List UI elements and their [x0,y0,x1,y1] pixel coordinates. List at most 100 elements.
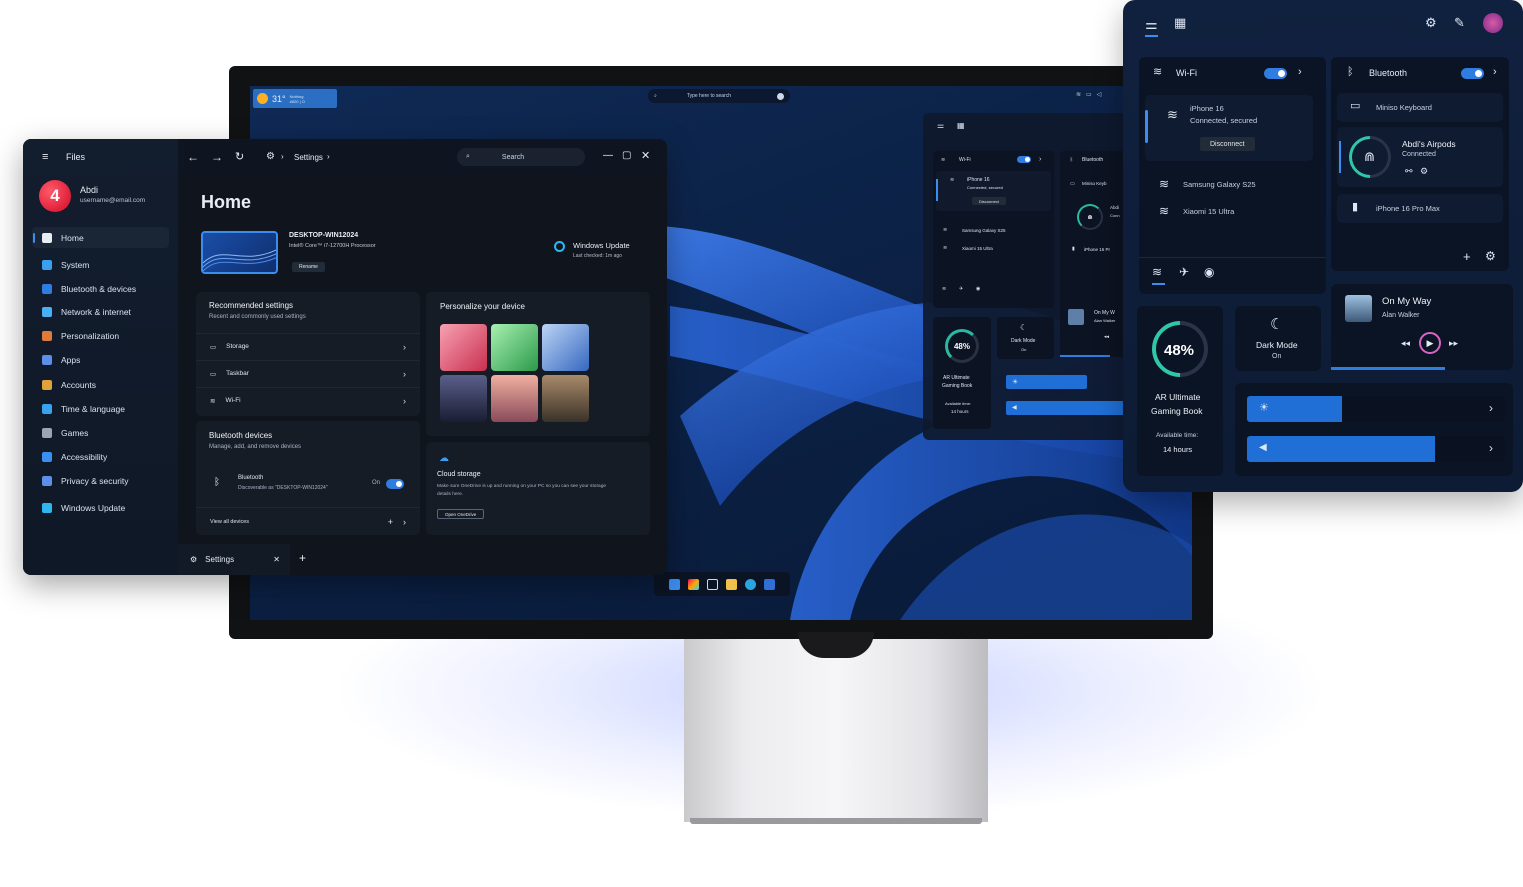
mini-network-connected[interactable]: ≋ iPhone 16 Connected, secured Disconnec… [936,171,1051,211]
refresh-icon[interactable]: ↻ [235,150,244,163]
playback-progress[interactable] [1331,367,1445,370]
mini-dark-mode-tile[interactable]: ☾ Dark Mode On [997,317,1054,359]
recommended-row-storage[interactable]: ▭ Storage › [196,333,420,359]
copilot-icon[interactable] [688,578,699,590]
dark-mode-tile[interactable]: ☾ Dark Mode On [1235,306,1321,371]
mini-network3[interactable]: Xiaomi 15 Ultra [962,246,993,251]
maximize-icon[interactable]: ▢ [622,150,631,161]
theme-thumbnail-sunset[interactable] [491,375,538,422]
close-icon[interactable]: ✕ [641,149,650,162]
forward-arrow-icon[interactable]: → [211,150,223,164]
gear-icon[interactable]: ⚙ [1420,167,1428,176]
network3[interactable]: Xiaomi 15 Ultra [1183,207,1234,216]
sidebar-item-accounts[interactable]: Accounts [32,374,169,395]
mini-bt-device2[interactable]: Abdi [1110,205,1119,210]
previous-icon[interactable]: ◂◂ [1401,339,1410,348]
pencil-icon[interactable]: ✎ [1454,16,1465,29]
wifi-icon[interactable]: ≋ [1076,91,1081,98]
close-tab-icon[interactable]: ✕ [273,555,280,564]
theme-thumbnail-blue[interactable] [542,324,589,371]
search-input[interactable]: ⌕ Search [457,148,585,166]
tab-settings[interactable]: ⚙ Settings ✕ [178,544,290,575]
minimize-icon[interactable]: — [603,150,613,161]
bt-device-airpods[interactable]: ⋒ Abdi's Airpods Connected ⚯ ⚙ [1337,127,1503,187]
chevron-right-icon[interactable]: › [1489,402,1493,414]
sidebar-item-games[interactable]: Games [32,422,169,443]
previous-icon[interactable]: ◂◂ [1104,334,1109,340]
next-icon[interactable]: ▸▸ [1449,339,1458,348]
sidebar-item-home[interactable]: Home [32,227,169,248]
theme-thumbnail-red[interactable] [440,324,487,371]
calendar-icon[interactable]: ▦ [957,122,965,130]
sidebar-item-personalization[interactable]: Personalization [32,325,169,346]
weather-widget[interactable]: 31° Nothing #820 | O [253,89,337,108]
gear-icon[interactable]: ⚙ [1425,16,1437,29]
chevron-right-icon[interactable]: › [1489,442,1493,454]
airplane-icon[interactable]: ✈ [959,286,963,292]
sidebar-item-network-internet[interactable]: Network & internet [32,301,169,322]
add-icon[interactable]: + [1463,250,1471,263]
mini-bt-device1[interactable]: Miniso Keyb [1082,181,1107,186]
sliders-icon[interactable]: ⚌ [937,122,944,130]
chevron-right-icon[interactable]: › [1493,66,1497,78]
sidebar-item-system[interactable]: System [32,254,169,275]
desktop-search-bar[interactable]: ⌕ Type here to search [648,89,790,103]
new-tab-icon[interactable]: + [299,551,306,565]
chevron-right-icon[interactable]: › [1298,66,1302,78]
theme-thumbnail-night[interactable] [440,375,487,422]
file-explorer-icon[interactable] [726,578,737,590]
mini-brightness-slider[interactable]: ☀ [1006,375,1087,389]
rename-button[interactable]: Rename [292,262,325,272]
start-icon[interactable] [669,578,680,590]
airplane-icon[interactable]: ✈ [1179,266,1189,278]
recommended-row-wifi[interactable]: ≋ Wi-Fi › [196,387,420,413]
mini-disconnect-button[interactable]: Disconnect [972,197,1006,205]
sidebar-item-apps[interactable]: Apps [32,349,169,370]
recommended-row-taskbar[interactable]: ▭ Taskbar › [196,360,420,386]
network-connected[interactable]: ≋ iPhone 16 Connected, secured Disconnec… [1145,95,1313,161]
chevron-right-icon[interactable]: › [1039,156,1041,163]
hotspot-icon[interactable]: ◉ [976,286,980,292]
calendar-icon[interactable]: ▦ [1174,16,1186,29]
gear-icon[interactable]: ⚙ [1485,250,1496,262]
edge-icon[interactable] [745,578,756,590]
bluetooth-toggle[interactable] [386,479,404,489]
wifi-toggle[interactable] [1264,68,1287,79]
hamburger-icon[interactable]: ≡ [42,151,48,163]
sidebar-item-accessibility[interactable]: Accessibility [32,446,169,467]
mini-bt-device3[interactable]: iPhone 16 Pr [1084,247,1110,252]
wifi-icon[interactable]: ≋ [942,286,946,292]
bt-device-iphone[interactable]: ▮ iPhone 16 Pro Max [1337,194,1503,223]
sidebar-item-privacy-security[interactable]: Privacy & security [32,470,169,491]
brightness-slider[interactable]: ☀ › [1247,396,1505,422]
play-pause-button[interactable]: ▶ [1419,332,1441,354]
task-view-icon[interactable] [707,578,718,590]
sliders-icon[interactable]: ⚌ [1145,17,1158,31]
theme-thumbnail-mountain[interactable] [542,375,589,422]
avatar[interactable] [1483,13,1503,33]
view-all-devices-row[interactable]: View all devices + › [196,507,420,535]
bt-device-keyboard[interactable]: ▭ Miniso Keyboard [1337,93,1503,122]
add-icon[interactable]: + [388,517,393,527]
avatar[interactable]: 4 [39,180,71,212]
sidebar-item-windows-update[interactable]: Windows Update [32,497,169,518]
hotspot-icon[interactable]: ◉ [1204,266,1214,278]
disconnect-button[interactable]: Disconnect [1200,137,1255,151]
back-arrow-icon[interactable]: ← [187,150,199,164]
mini-wifi-toggle[interactable] [1017,156,1031,163]
wifi-icon[interactable]: ≋ [1152,266,1162,278]
link-icon[interactable]: ⚯ [1405,167,1413,176]
store-icon[interactable] [764,578,775,590]
battery-icon[interactable]: ▭ [1086,91,1092,98]
volume-icon[interactable]: ◁ [1097,91,1102,98]
bluetooth-toggle[interactable] [1461,68,1484,79]
mini-network2[interactable]: Samsung Galaxy S25 [962,228,1006,233]
sidebar-item-bluetooth-devices[interactable]: Bluetooth & devices [32,278,169,299]
windows-update-title[interactable]: Windows Update [573,241,630,250]
open-onedrive-button[interactable]: Open OneDrive [437,509,485,519]
breadcrumb[interactable]: Settings [294,153,323,162]
sidebar-item-time-language[interactable]: Time & language [32,398,169,419]
copilot-icon[interactable] [777,92,784,100]
theme-thumbnail-green[interactable] [491,324,538,371]
network2[interactable]: Samsung Galaxy S25 [1183,180,1256,189]
